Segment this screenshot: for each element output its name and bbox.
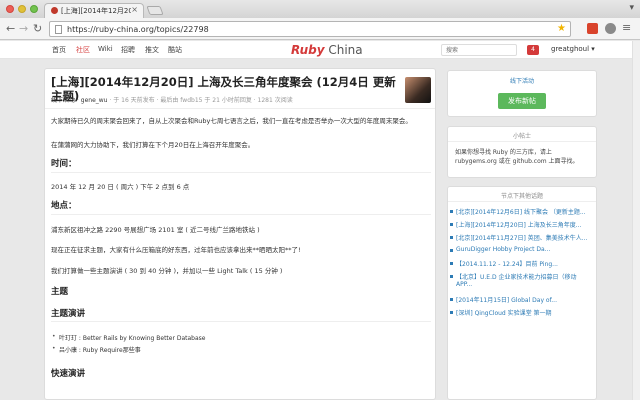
scrollbar[interactable] — [632, 41, 640, 400]
site-logo[interactable]: Ruby China — [291, 43, 363, 57]
nav-tweets[interactable]: 推文 — [145, 45, 159, 55]
tip-line: rubygems.org 或在 github.com 上面寻找。 — [455, 158, 579, 165]
heading-time: 时间： — [51, 159, 77, 169]
logo-ruby: Ruby — [291, 43, 325, 57]
nav-community[interactable]: 社区 — [76, 45, 90, 55]
events-box: 线下活动 发布新帖 — [447, 70, 597, 117]
divider — [51, 172, 431, 173]
related-topic-link[interactable]: 【北京】U.E.D 企业家技术能力招募日（移动 APP... — [450, 272, 577, 288]
nav-wiki[interactable]: Wiki — [98, 45, 113, 53]
tips-title: 小帖士 — [512, 133, 531, 140]
related-topic-link[interactable]: [上海][2014年12月20日] 上海及长三角年度... — [450, 220, 582, 229]
nav-home[interactable]: 首页 — [52, 45, 66, 55]
paragraph: 我们打算做一些主题演讲 ( 30 到 40 分钟 )，并加以一些 Light T… — [51, 267, 283, 275]
site-header: 首页 社区 Wiki 招聘 酷站 推文 Ruby China 4 greatgh… — [0, 41, 640, 59]
topic-meta-rest: · 于 16 天前发布 · 最后由 fwdb15 于 21 小时前回复 · 12… — [109, 97, 293, 104]
heading-quick-talks: 快速演讲 — [51, 369, 86, 379]
divider — [448, 141, 596, 142]
new-topic-button[interactable]: 发布新帖 — [498, 93, 546, 109]
event-time: 2014 年 12 月 20 日 ( 周六 ) 下午 2 点到 6 点 — [51, 183, 190, 191]
window-maximize-button[interactable] — [30, 5, 38, 13]
ruby-favicon-icon — [51, 7, 58, 14]
forward-arrow-icon[interactable]: → — [19, 22, 28, 35]
url-text[interactable]: https://ruby-china.org/topics/22798 — [67, 25, 209, 34]
tab-title: [上海][2014年12月20日] 上海 — [61, 7, 131, 15]
events-link[interactable]: 线下活动 — [448, 76, 596, 85]
extension-icon[interactable] — [605, 23, 616, 34]
browser-tab-strip: [上海][2014年12月20日] 上海 × ▾ — [0, 0, 640, 18]
topic-meta: 线下活动 · gene_wu · 于 16 天前发布 · 最后由 fwdb15 … — [51, 97, 293, 104]
related-topic-link[interactable]: [深圳] QingCloud 实验课堂 第一期 — [450, 308, 552, 317]
list-item: 吕小康 : Ruby Require那些事 — [52, 345, 141, 354]
heading-theme: 主题 — [51, 287, 69, 297]
profile-icon[interactable]: ▾ — [629, 3, 634, 13]
page-icon — [55, 25, 62, 34]
list-item: 叶玎玎 : Better Rails by Knowing Better Dat… — [52, 333, 206, 342]
reload-icon[interactable]: ↻ — [33, 22, 42, 35]
divider — [51, 321, 431, 322]
topic-node-link[interactable]: 线下活动 — [51, 97, 75, 104]
user-menu[interactable]: greatghoul ▾ — [551, 45, 595, 53]
divider — [448, 201, 596, 202]
related-topics-title: 节点下其他话题 — [500, 193, 543, 200]
related-topic-line: 【北京】U.E.D 企业家技术能力招募日（移动 — [456, 274, 577, 281]
window-minimize-button[interactable] — [18, 5, 26, 13]
heading-talks: 主题演讲 — [51, 309, 86, 319]
paragraph: 大家期待已久的周末聚会回来了，自从上次聚会和Ruby七周七语言之后，我们一直在考… — [51, 117, 412, 125]
author-avatar[interactable] — [405, 77, 431, 103]
notification-badge[interactable]: 4 — [527, 45, 539, 55]
new-tab-button[interactable] — [146, 6, 164, 15]
logo-china: China — [324, 43, 363, 57]
paragraph: 现在正在征求主题，大家有什么压箱底的好东西，过年前也应该拿出来**晒晒太阳**了… — [51, 246, 301, 254]
browser-menu-icon[interactable]: ≡ — [622, 21, 631, 34]
tip-line: 如果你想寻找 Ruby 的三方库，请上 — [455, 149, 552, 156]
browser-tab[interactable]: [上海][2014年12月20日] 上海 × — [44, 3, 144, 18]
heading-place: 地点： — [51, 201, 77, 211]
related-topics-box: 节点下其他话题 [北京][2014年12月6日] 线下聚会 （更新主题... [… — [447, 186, 597, 400]
window-close-button[interactable] — [6, 5, 14, 13]
divider — [45, 108, 435, 109]
related-topic-link[interactable]: [北京][2014年11月27日] 英团、集美技术牛人... — [450, 233, 588, 242]
topic-panel: [上海][2014年12月20日] 上海及长三角年度聚会 (12月4日 更新主题… — [44, 68, 436, 400]
related-topic-link[interactable]: [北京][2014年12月6日] 线下聚会 （更新主题... — [450, 207, 586, 216]
related-topic-link[interactable]: GuruDigger Hobby Project Da... — [449, 246, 550, 253]
back-arrow-icon[interactable]: ← — [6, 22, 15, 35]
bookmark-star-icon[interactable]: ★ — [557, 23, 566, 34]
search-input[interactable] — [441, 44, 517, 56]
extension-icon[interactable] — [587, 23, 598, 34]
topic-author-link[interactable]: gene_wu — [81, 97, 108, 104]
tips-box: 小帖士 如果你想寻找 Ruby 的三方库，请上 rubygems.org 或在 … — [447, 126, 597, 178]
nav-jobs[interactable]: 招聘 — [121, 45, 135, 55]
paragraph: 在蒲蒲网的大力协助下，我们打算在下个月20日在上海召开年度聚会。 — [51, 141, 255, 149]
tip-text: 如果你想寻找 Ruby 的三方库，请上 rubygems.org 或在 gith… — [455, 148, 591, 166]
browser-toolbar: ← → ↻ https://ruby-china.org/topics/2279… — [0, 18, 640, 40]
related-topic-link[interactable]: 【2014.11.12 - 12.24】目前 Ping... — [450, 259, 558, 268]
address-bar[interactable]: https://ruby-china.org/topics/22798 ★ — [49, 21, 571, 37]
related-topic-link[interactable]: [2014年11月15日] Global Day of... — [450, 295, 557, 304]
related-topic-line: APP... — [456, 281, 473, 288]
tab-close-icon[interactable]: × — [131, 5, 138, 14]
nav-sites[interactable]: 酷站 — [168, 45, 182, 55]
divider — [51, 214, 431, 215]
event-place: 浦东新区祖冲之路 2290 号展想广场 2101 室 ( 近二号线广兰路地铁站 … — [51, 226, 260, 234]
